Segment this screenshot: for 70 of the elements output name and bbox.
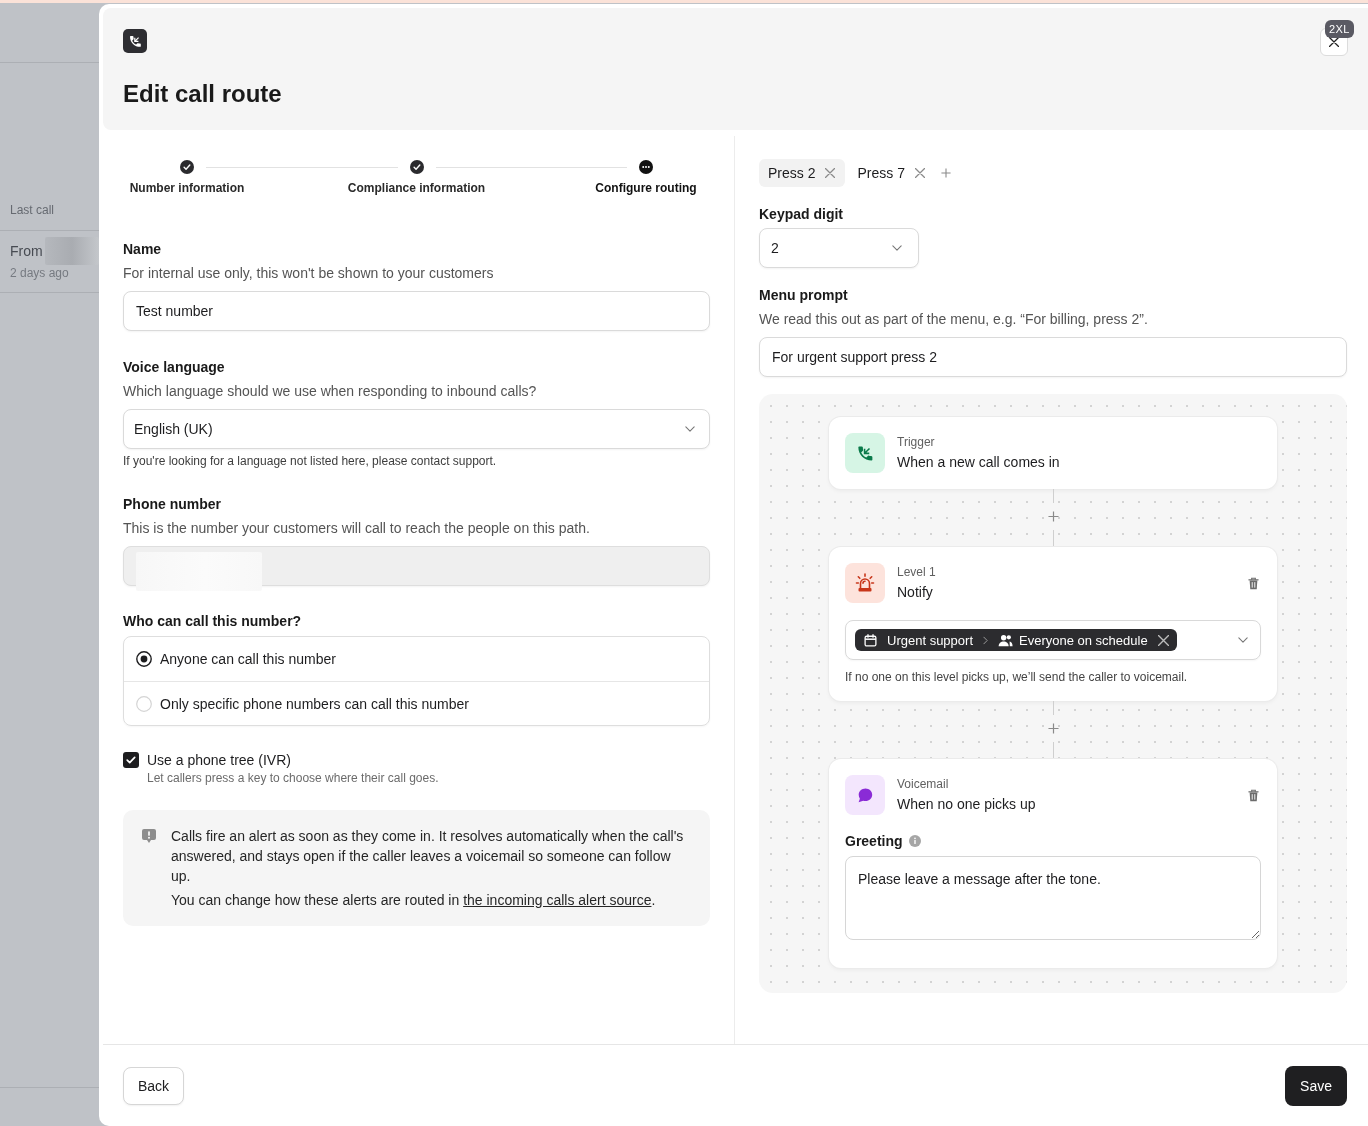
option-label: Anyone can call this number [160,650,336,669]
chip-label: Urgent support [887,632,973,648]
field-label: Greeting [845,832,903,851]
modal-title: Edit call route [123,79,282,109]
field-description: We read this out as part of the menu, e.g. “For billing, press 2”. [759,310,1149,329]
checkbox[interactable] [123,752,139,768]
call-time: 2 days ago [10,265,70,281]
chevron-down-icon [892,245,902,251]
field-label: Phone number [123,495,222,514]
text-field[interactable]: For urgent support press 2 [759,337,1347,377]
trash-icon[interactable] [1248,576,1259,590]
back-button[interactable]: Back [123,1066,185,1105]
step-label: Configure routing [595,181,697,195]
connector-line [1052,530,1054,547]
plus-icon[interactable] [1047,723,1059,734]
helper-text: If no one on this level picks up, we’ll send the caller to voicemail. [845,669,1189,685]
field-label: Menu prompt [759,286,849,305]
text-field[interactable]: Test number [123,291,710,331]
plus-icon[interactable] [1047,511,1059,522]
trash-icon[interactable] [1248,788,1259,802]
connector-line [1052,742,1054,759]
step-label: Number information [129,181,245,195]
phone-icon [123,29,147,53]
breakpoint-tooltip: 2XL [1325,20,1354,38]
chevron-right-icon [983,635,988,645]
chevron-down-icon [1238,637,1248,643]
field-label: Name [123,240,163,259]
step-title: When no one picks up [897,795,1037,814]
help-text: If you're looking for a language not listed here, please contact support. [123,453,498,469]
checkbox-label: Use a phone tree (IVR) [147,751,292,770]
close-icon[interactable] [914,168,925,178]
caller-label: From [10,243,43,259]
step-type-label: Trigger [897,434,936,450]
step-type-label: Voicemail [897,776,950,792]
phone-icon [845,433,885,473]
dropdown[interactable]: English (UK) [123,409,710,449]
greeting-field[interactable]: Please leave a message after the tone. [845,856,1261,940]
save-button[interactable]: Save [1285,1065,1347,1106]
dropdown[interactable]: 2 [759,228,919,268]
option-label: Only specific phone numbers can call this number [160,694,469,714]
step-type-label: Level 1 [897,564,937,580]
calendar-icon [864,633,877,647]
alert-icon [141,828,157,844]
tab[interactable]: Press 7 [848,159,935,187]
people-icon [998,633,1013,647]
checkbox-description: Let callers press a key to choose where their call goes. [147,770,439,786]
field-description: This is the number your customers will call to reach the people on this path. [123,519,591,538]
responder-select[interactable]: Urgent support Everyone on schedule [845,620,1261,660]
info-icon [908,835,921,847]
chevron-down-icon [685,426,695,432]
callout-text: Calls fire an alert as soon as they come in. It resolves automatically when the call's answered, and stays open if the caller leaves a voicemail so someone can follow up. [171,827,685,886]
connector-line [1052,489,1054,503]
radio-button[interactable] [136,651,152,667]
step-title: Notify [897,583,934,602]
field-description: For internal use only, this won't be shown to your customers [123,264,495,283]
field-description: Which language should we use when responding to inbound calls? [123,382,538,401]
connector-line [1052,701,1054,715]
step-title: When a new call comes in [897,453,1061,472]
callout-text: You can change how these alerts are routed in the incoming calls alert source. [171,891,657,910]
close-icon[interactable] [1157,634,1169,646]
chat-bubble-icon [845,775,885,815]
field-label: Keypad digit [759,205,844,224]
siren-icon [845,563,885,603]
step-label: Compliance information [347,181,486,195]
field-label: Voice language [123,358,226,377]
tab[interactable]: Press 2 [759,159,846,187]
close-icon [1329,37,1339,47]
field-label: Who can call this number? [123,612,303,631]
chip-label: Everyone on schedule [1019,632,1148,648]
section-label: Last call [10,202,55,218]
